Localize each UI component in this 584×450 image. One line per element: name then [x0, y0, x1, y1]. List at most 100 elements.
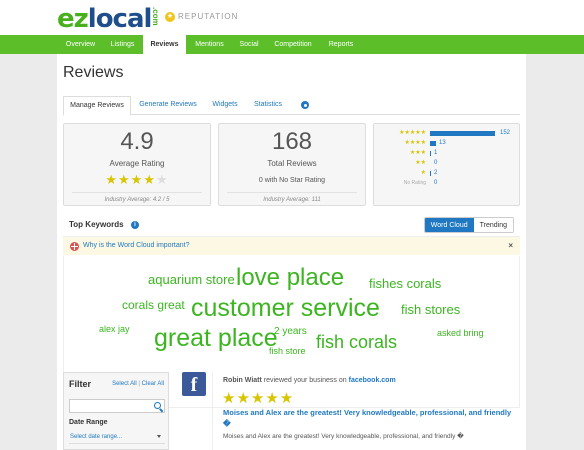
distribution-bar-1 [430, 171, 431, 176]
review-card: Robin Wiatt reviewed your business on fa… [212, 372, 520, 450]
tab-widgets[interactable]: Widgets [205, 96, 245, 115]
star-icon: ★ [105, 172, 119, 187]
star-icon: ★ [130, 172, 144, 187]
distribution-bar-4 [430, 141, 436, 146]
select-all-link[interactable]: Select All [112, 381, 137, 387]
module-label: REPUTATION [178, 12, 239, 21]
total-industry-footer: Industry Average: 111 [263, 197, 321, 203]
review-site-link[interactable]: facebook.com [349, 377, 396, 384]
tab-statistics[interactable]: Statistics [247, 96, 289, 115]
keyword-great-place[interactable]: great place [154, 324, 278, 353]
info-icon[interactable]: i [131, 221, 139, 229]
word-cloud-button[interactable]: Word Cloud [424, 218, 474, 232]
nav-social[interactable]: Social [232, 35, 266, 54]
logo-com-text: .com [151, 7, 160, 26]
filter-title: Filter [69, 379, 92, 389]
average-rating-label: Average Rating [109, 159, 165, 168]
facebook-icon[interactable]: f [182, 372, 206, 396]
keywords-view-toggle: Word Cloud Trending [423, 217, 514, 233]
gear-icon[interactable] [301, 101, 309, 109]
keyword-fishes-corals[interactable]: fishes corals [369, 276, 441, 291]
star-empty-icon: ★ [155, 172, 169, 187]
nav-reports[interactable]: Reports [320, 35, 362, 54]
distribution-label-none: No Rating [403, 180, 426, 186]
no-star-count: 0 with No Star Rating [258, 177, 326, 184]
star-icon: ★ [143, 172, 156, 187]
content-panel: Reviews Manage Reviews Generate Reviews … [57, 54, 526, 450]
rating-distribution-card: ★★★★★ 152 ★★★★ 13 ★★★ 1 ★★ 0 ★ 2 No Rati… [373, 123, 520, 206]
distribution-label-5: ★★★★★ [399, 130, 426, 136]
distribution-row-3[interactable]: ★★★ 1 [380, 149, 510, 158]
why-word-cloud-link[interactable]: Why is the Word Cloud important? [83, 242, 189, 249]
distribution-row-2[interactable]: ★★ 0 [380, 159, 510, 168]
keyword-aquarium-store[interactable]: aquarium store [148, 272, 235, 287]
trending-button[interactable]: Trending [473, 218, 513, 232]
filter-link-divider: | [138, 381, 140, 387]
keyword-corals-great[interactable]: corals great [122, 298, 185, 312]
tab-generate-reviews[interactable]: Generate Reviews [133, 96, 203, 115]
nav-reviews[interactable]: Reviews [143, 35, 186, 54]
average-rating-stars: ★★★★★ [64, 172, 210, 188]
date-range-select[interactable]: Select date range... [69, 430, 165, 444]
top-header: ez local .com ★ REPUTATION [0, 0, 584, 35]
lifebuoy-icon [70, 242, 79, 251]
keyword-asked-bring[interactable]: asked bring [437, 328, 484, 338]
total-reviews-label: Total Reviews [267, 159, 317, 168]
distribution-label-3: ★★★ [409, 150, 426, 156]
distribution-row-5[interactable]: ★★★★★ 152 [380, 129, 510, 138]
keyword-customer-service[interactable]: customer service [191, 294, 380, 323]
card-divider [227, 192, 357, 193]
review-filter-panel: Filter Select All | Clear All Date Range… [63, 372, 169, 450]
keyword-fish-store[interactable]: fish store [269, 346, 306, 356]
filter-search-input[interactable] [69, 399, 165, 413]
distribution-count-2: 0 [434, 160, 438, 166]
nav-mentions[interactable]: Mentions [188, 35, 231, 54]
distribution-count-1: 2 [434, 170, 438, 176]
review-meta: Robin Wiatt reviewed your business on fa… [223, 377, 396, 384]
review-action-text: reviewed your business on [261, 377, 349, 384]
distribution-row-none[interactable]: No Rating 0 [380, 179, 510, 188]
distribution-count-4: 13 [439, 140, 446, 146]
total-reviews-card: 168 Total Reviews 0 with No Star Rating … [218, 123, 366, 206]
average-rating-card: 4.9 Average Rating ★★★★★ Industry Averag… [63, 123, 211, 206]
chevron-down-icon [157, 435, 161, 438]
filter-links: Select All | Clear All [112, 381, 164, 387]
distribution-bar-3 [430, 151, 431, 156]
review-title[interactable]: Moises and Alex are the greatest! Very k… [223, 407, 513, 429]
distribution-label-4: ★★★★ [404, 140, 426, 146]
average-industry-footer: Industry Average: 4.2 / 5 [104, 197, 170, 203]
average-rating-value: 4.9 [120, 128, 154, 155]
keyword-fish-corals[interactable]: fish corals [316, 332, 397, 353]
distribution-label-2: ★★ [415, 160, 426, 166]
keyword-2-years[interactable]: 2 years [274, 326, 307, 337]
search-icon[interactable] [154, 402, 161, 409]
tab-manage-reviews[interactable]: Manage Reviews [63, 96, 131, 116]
distribution-count-none: 0 [434, 180, 438, 186]
keyword-fish-stores[interactable]: fish stores [401, 302, 460, 317]
distribution-row-4[interactable]: ★★★★ 13 [380, 139, 510, 148]
word-cloud-help-banner: Why is the Word Cloud important? × [63, 236, 520, 255]
distribution-row-1[interactable]: ★ 2 [380, 169, 510, 178]
main-nav: Overview Listings Reviews Mentions Socia… [0, 35, 584, 54]
close-icon[interactable]: × [508, 241, 513, 250]
distribution-label-1: ★ [420, 170, 426, 176]
ezlocal-logo[interactable]: ez local .com [57, 4, 160, 34]
card-divider [72, 192, 202, 193]
logo-ez-text: ez [57, 4, 89, 34]
nav-competition[interactable]: Competition [268, 35, 318, 54]
page-title: Reviews [63, 64, 124, 81]
review-stars: ★★★★★ [222, 390, 295, 407]
distribution-count-3: 1 [434, 150, 438, 156]
nav-listings[interactable]: Listings [104, 35, 141, 54]
nav-overview[interactable]: Overview [57, 35, 104, 54]
keyword-alex-jay[interactable]: alex jay [99, 324, 130, 334]
date-range-value: Select date range... [70, 434, 123, 440]
logo-local-text: local [87, 4, 153, 34]
keyword-love-place[interactable]: love place [236, 264, 344, 292]
star-badge-icon: ★ [165, 12, 175, 22]
total-reviews-value: 168 [271, 128, 313, 155]
distribution-bar-5 [430, 131, 495, 136]
review-item: f Robin Wiatt reviewed your business on … [182, 372, 520, 450]
clear-all-link[interactable]: Clear All [142, 381, 164, 387]
review-author: Robin Wiatt [223, 377, 262, 384]
